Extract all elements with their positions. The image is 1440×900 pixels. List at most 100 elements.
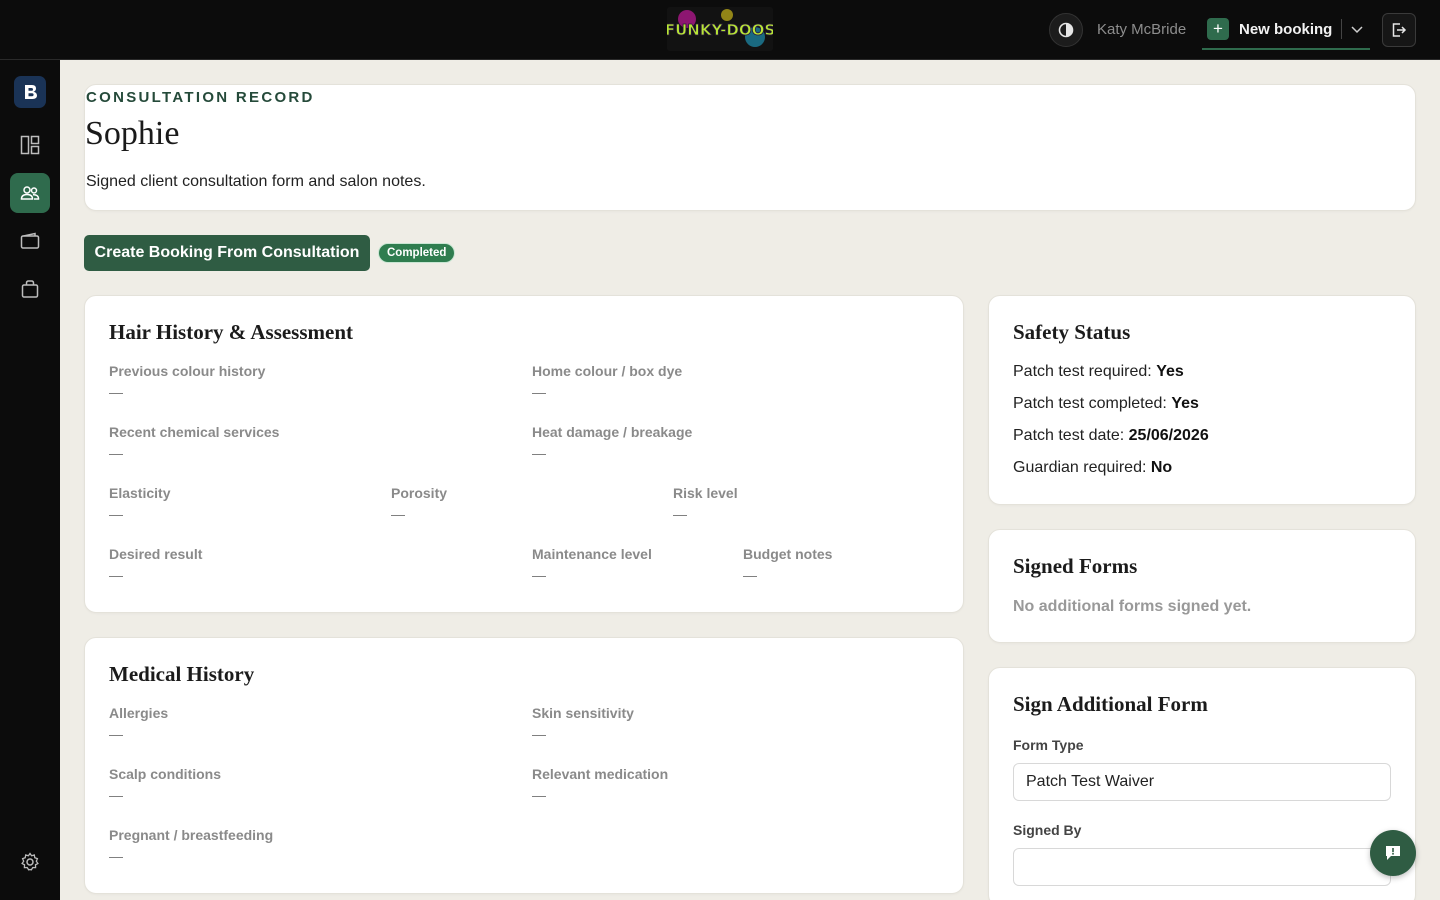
new-booking-button[interactable]: + New booking	[1202, 10, 1370, 50]
field-budget-notes: Budget notes —	[743, 546, 832, 583]
chat-button[interactable]	[1370, 830, 1416, 876]
contrast-icon	[1058, 22, 1074, 38]
field-value: —	[109, 506, 123, 522]
safety-value: Yes	[1171, 395, 1199, 412]
sidebar-item-dashboard[interactable]	[10, 125, 50, 165]
safety-label: Patch test date:	[1013, 427, 1125, 444]
theme-toggle-button[interactable]	[1049, 13, 1083, 47]
safety-label: Patch test required:	[1013, 363, 1152, 380]
field-label: Maintenance level	[532, 546, 652, 562]
field-home-colour: Home colour / box dye —	[532, 363, 682, 400]
chevron-down-icon[interactable]	[1350, 22, 1364, 36]
field-risk-level: Risk level —	[673, 485, 738, 522]
sidebar-item-wallet[interactable]	[10, 221, 50, 261]
consultation-header: CONSULTATION RECORD Sophie Signed client…	[84, 84, 1416, 211]
field-maintenance-level: Maintenance level —	[532, 546, 652, 583]
safety-value: No	[1150, 459, 1173, 476]
page-subtitle: Signed client consultation form and salo…	[86, 173, 426, 190]
field-label: Pregnant / breastfeeding	[109, 827, 274, 843]
field-elasticity: Elasticity —	[109, 485, 170, 522]
app-logo-icon[interactable]	[14, 76, 46, 108]
field-label: Home colour / box dye	[532, 363, 683, 379]
field-label: Risk level	[673, 485, 738, 501]
field-value: —	[532, 445, 546, 461]
logout-icon	[1392, 23, 1407, 37]
field-label: Allergies	[109, 705, 169, 721]
field-value: —	[743, 567, 757, 583]
empty-state-text: No additional forms signed yet.	[1013, 598, 1252, 615]
eyebrow-label: CONSULTATION RECORD	[86, 89, 315, 106]
field-relevant-medication: Relevant medication —	[532, 766, 668, 803]
field-value: —	[109, 787, 123, 803]
field-value: —	[532, 787, 546, 803]
card-title: Safety Status	[1013, 320, 1131, 344]
safety-patch-date: Patch test date: 25/06/2026	[1013, 427, 1209, 445]
field-value: —	[532, 384, 546, 400]
safety-label: Guardian required:	[1013, 459, 1147, 476]
field-label: Scalp conditions	[109, 766, 222, 782]
status-badge: Completed	[378, 243, 456, 263]
field-value: —	[109, 384, 123, 400]
field-value: —	[109, 848, 123, 864]
safety-guardian-required: Guardian required: No	[1013, 459, 1172, 477]
field-label: Skin sensitivity	[532, 705, 634, 721]
page-title: Sophie	[85, 115, 180, 152]
field-value: —	[109, 726, 123, 742]
field-pregnant-breastfeeding: Pregnant / breastfeeding —	[109, 827, 273, 864]
dashboard-icon	[20, 135, 40, 155]
field-label: Desired result	[109, 546, 203, 562]
sidebar-item-settings[interactable]	[10, 842, 50, 882]
sidebar-item-shop[interactable]	[10, 269, 50, 309]
field-heat-damage: Heat damage / breakage —	[532, 424, 692, 461]
field-value: —	[532, 567, 546, 583]
user-name[interactable]: Katy McBride	[1097, 21, 1186, 38]
field-label: Recent chemical services	[109, 424, 280, 440]
logout-button[interactable]	[1382, 13, 1416, 47]
safety-patch-required: Patch test required: Yes	[1013, 363, 1184, 381]
field-label: Budget notes	[743, 546, 833, 562]
field-value: —	[391, 506, 405, 522]
field-recent-chemical-services: Recent chemical services —	[109, 424, 279, 461]
safety-label: Patch test completed:	[1013, 395, 1167, 412]
hair-history-card: Hair History & Assessment Previous colou…	[84, 295, 964, 613]
create-booking-button[interactable]: Create Booking From Consultation	[84, 235, 370, 271]
new-booking-label: New booking	[1239, 20, 1333, 38]
field-label: Relevant medication	[532, 766, 669, 782]
sidebar	[0, 60, 60, 900]
sidebar-item-clients[interactable]	[10, 173, 50, 213]
logo-graphic: FUNKY-DOOS	[667, 7, 773, 51]
field-value: —	[109, 567, 123, 583]
field-porosity: Porosity —	[391, 485, 447, 522]
signed-by-input[interactable]	[1013, 848, 1391, 886]
field-value: —	[673, 506, 687, 522]
field-previous-colour-history: Previous colour history —	[109, 363, 265, 400]
field-label: Previous colour history	[109, 363, 266, 379]
field-label: Heat damage / breakage	[532, 424, 693, 440]
top-bar: FUNKY-DOOS Katy McBride + New booking	[0, 0, 1440, 60]
card-title: Hair History & Assessment	[109, 320, 354, 344]
field-skin-sensitivity: Skin sensitivity —	[532, 705, 634, 742]
safety-value: Yes	[1156, 363, 1184, 380]
safety-value: 25/06/2026	[1128, 427, 1209, 444]
field-label: Porosity	[391, 485, 448, 501]
field-value: —	[109, 445, 123, 461]
clients-icon	[20, 186, 40, 200]
brand-logo[interactable]: FUNKY-DOOS	[667, 7, 773, 51]
wallet-icon	[20, 232, 40, 249]
safety-patch-completed: Patch test completed: Yes	[1013, 395, 1199, 413]
divider	[1341, 19, 1343, 39]
medical-history-card: Medical History Allergies — Skin sensiti…	[84, 637, 964, 894]
plus-icon: +	[1207, 18, 1229, 40]
field-value: —	[532, 726, 546, 742]
field-label: Elasticity	[109, 485, 171, 501]
safety-status-card: Safety Status Patch test required: Yes P…	[988, 295, 1416, 505]
card-title: Medical History	[109, 662, 255, 686]
signed-forms-card: Signed Forms No additional forms signed …	[988, 529, 1416, 643]
card-title: Sign Additional Form	[1013, 692, 1208, 716]
card-title: Signed Forms	[1013, 554, 1138, 578]
form-type-select[interactable]: Patch Test Waiver	[1013, 763, 1391, 801]
gear-icon	[21, 852, 39, 871]
field-allergies: Allergies —	[109, 705, 168, 742]
field-desired-result: Desired result —	[109, 546, 202, 583]
form-type-label: Form Type	[1013, 737, 1084, 753]
